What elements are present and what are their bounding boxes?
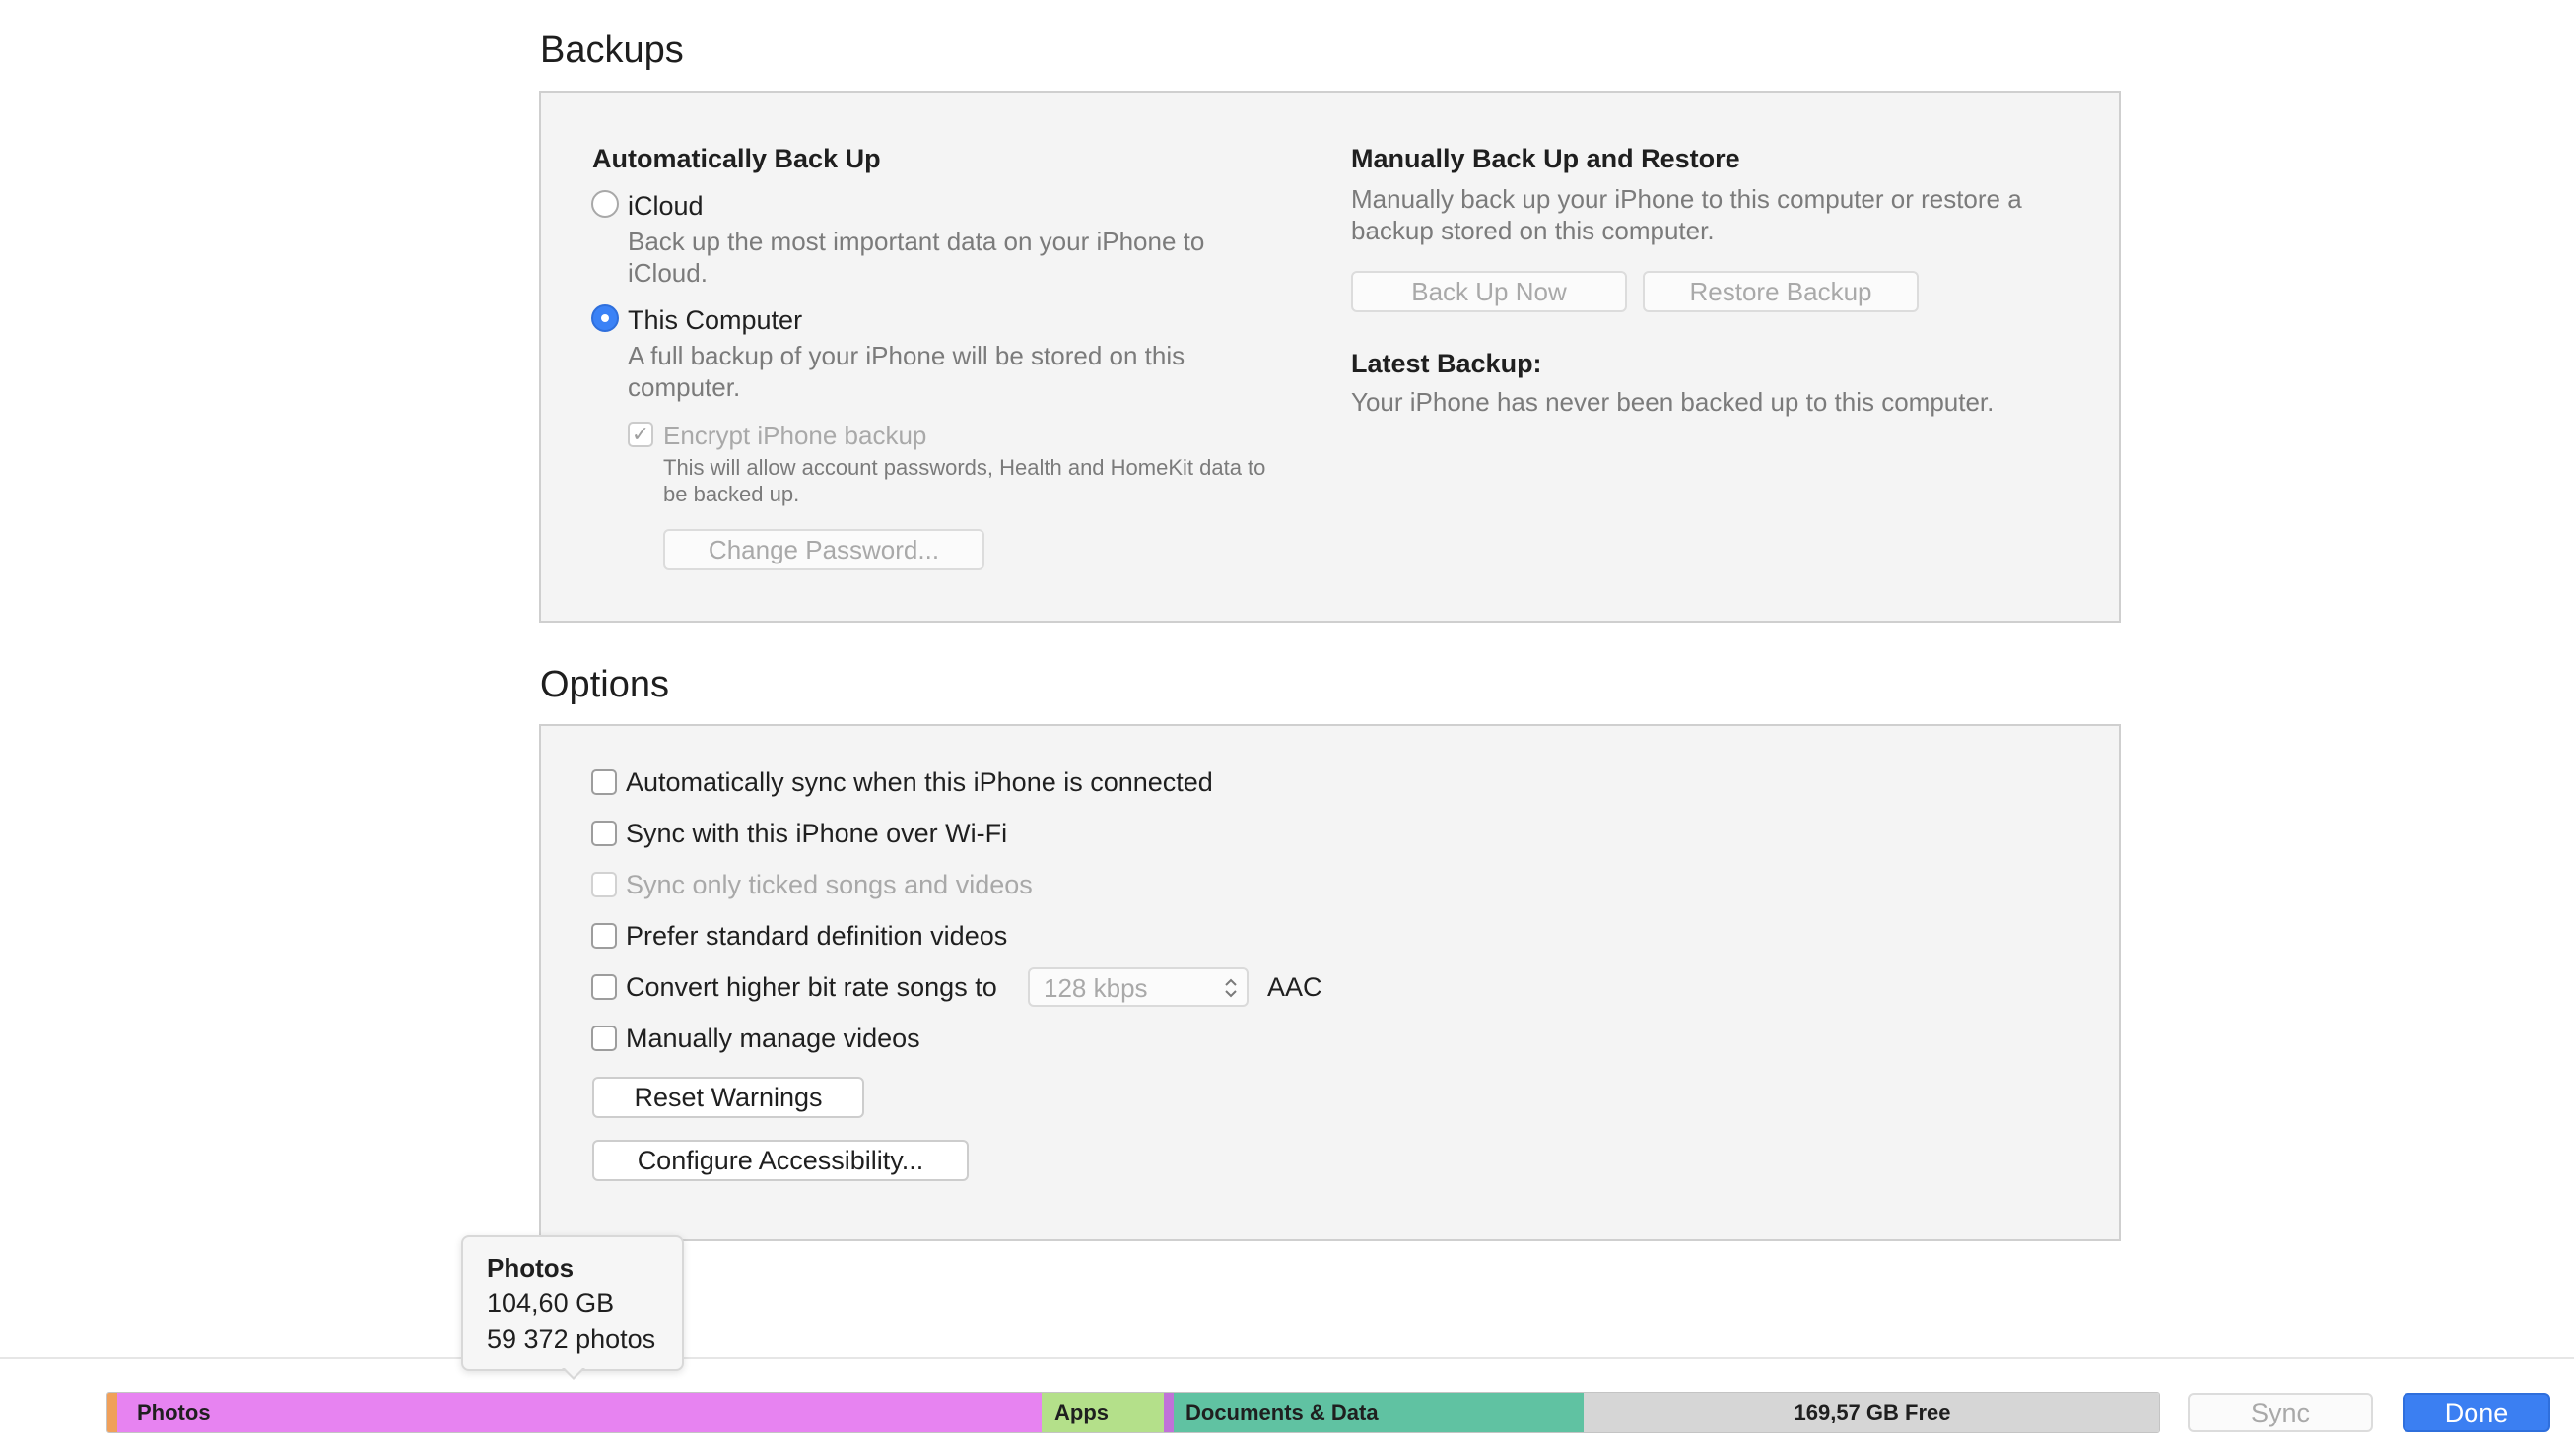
- manual-backup-description: Manually back up your iPhone to this com…: [1351, 183, 2022, 246]
- convert-bitrate-label[interactable]: Convert higher bit rate songs to: [626, 972, 997, 1003]
- convert-bitrate-checkbox[interactable]: [591, 974, 617, 1000]
- encrypt-desc-line-2: be backed up.: [663, 482, 800, 506]
- manual-desc-line-1: Manually back up your iPhone to this com…: [1351, 184, 2022, 214]
- auto-sync-checkbox[interactable]: [591, 769, 617, 795]
- storage-bar: Photos Apps Documents & Data 169,57 GB F…: [106, 1392, 2160, 1433]
- other-segment: [107, 1393, 117, 1432]
- change-password-button[interactable]: Change Password...: [663, 529, 984, 570]
- this-computer-label[interactable]: This Computer: [628, 305, 802, 336]
- footer-divider: [0, 1357, 2574, 1359]
- free-space-segment: 169,57 GB Free: [1584, 1393, 2159, 1432]
- photos-segment[interactable]: Photos: [117, 1393, 1042, 1432]
- computer-desc-line-1: A full backup of your iPhone will be sto…: [628, 341, 1185, 370]
- encrypt-description: This will allow account passwords, Healt…: [663, 454, 1265, 507]
- manual-videos-label[interactable]: Manually manage videos: [626, 1024, 920, 1054]
- ticked-only-checkbox[interactable]: [591, 872, 617, 897]
- encrypt-desc-line-1: This will allow account passwords, Healt…: [663, 455, 1266, 480]
- options-panel: Automatically sync when this iPhone is c…: [539, 724, 2121, 1241]
- auto-backup-heading: Automatically Back Up: [592, 144, 881, 173]
- this-computer-radio[interactable]: [591, 304, 619, 332]
- up-down-chevron-icon: [1225, 978, 1237, 998]
- backups-title: Backups: [540, 30, 684, 71]
- reset-warnings-button[interactable]: Reset Warnings: [592, 1077, 864, 1118]
- sync-button[interactable]: Sync: [2188, 1393, 2373, 1432]
- icloud-description: Back up the most important data on your …: [628, 226, 1204, 289]
- latest-backup-text: Your iPhone has never been backed up to …: [1351, 387, 1995, 417]
- icloud-desc-line-2: iCloud.: [628, 258, 708, 288]
- manual-videos-checkbox[interactable]: [591, 1026, 617, 1051]
- restore-backup-button[interactable]: Restore Backup: [1643, 271, 1919, 312]
- standard-definition-label[interactable]: Prefer standard definition videos: [626, 921, 1007, 952]
- configure-accessibility-button[interactable]: Configure Accessibility...: [592, 1140, 969, 1181]
- manual-backup-heading: Manually Back Up and Restore: [1351, 144, 1740, 173]
- tooltip-count: 59 372 photos: [487, 1324, 656, 1354]
- backups-panel: Automatically Back Up iCloud Back up the…: [539, 91, 2121, 623]
- documents-data-segment[interactable]: Documents & Data: [1174, 1393, 1584, 1432]
- options-title: Options: [540, 664, 669, 705]
- wifi-sync-checkbox[interactable]: [591, 821, 617, 846]
- tooltip-arrow-fill: [564, 1367, 583, 1377]
- computer-desc-line-2: computer.: [628, 372, 741, 402]
- done-button[interactable]: Done: [2403, 1393, 2550, 1432]
- latest-backup-heading: Latest Backup:: [1351, 349, 1542, 378]
- auto-sync-label[interactable]: Automatically sync when this iPhone is c…: [626, 767, 1213, 798]
- ticked-only-label[interactable]: Sync only ticked songs and videos: [626, 870, 1033, 900]
- tooltip-size: 104,60 GB: [487, 1289, 615, 1318]
- encrypt-backup-label[interactable]: Encrypt iPhone backup: [663, 421, 926, 451]
- tooltip-title: Photos: [487, 1253, 575, 1283]
- icloud-label[interactable]: iCloud: [628, 191, 704, 222]
- photos-tooltip: Photos 104,60 GB 59 372 photos: [461, 1235, 684, 1371]
- icloud-radio[interactable]: [591, 190, 619, 218]
- media-segment: [1164, 1393, 1174, 1432]
- back-up-now-button[interactable]: Back Up Now: [1351, 271, 1627, 312]
- bitrate-value: 128 kbps: [1044, 973, 1148, 1003]
- bitrate-select[interactable]: 128 kbps: [1028, 967, 1249, 1007]
- wifi-sync-label[interactable]: Sync with this iPhone over Wi-Fi: [626, 819, 1007, 849]
- apps-segment[interactable]: Apps: [1042, 1393, 1164, 1432]
- icloud-desc-line-1: Back up the most important data on your …: [628, 227, 1205, 256]
- standard-definition-checkbox[interactable]: [591, 923, 617, 949]
- bitrate-format-label: AAC: [1267, 972, 1322, 1002]
- this-computer-description: A full backup of your iPhone will be sto…: [628, 340, 1185, 403]
- encrypt-backup-checkbox[interactable]: ✓: [628, 422, 653, 447]
- manual-desc-line-2: backup stored on this computer.: [1351, 216, 1715, 245]
